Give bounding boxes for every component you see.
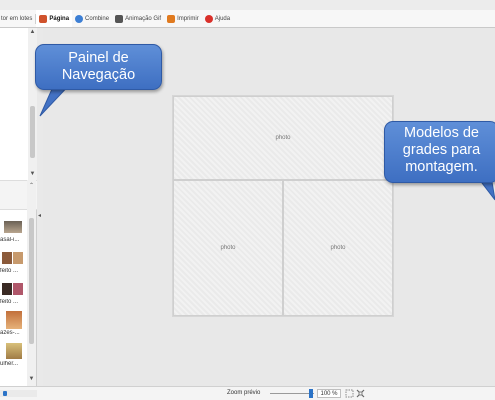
thumbnail-item[interactable]: asal-i... [0, 218, 28, 249]
tab-help[interactable]: Ajuda [202, 10, 233, 27]
animation-icon [115, 14, 124, 23]
photo-placeholder-label: photo [220, 245, 236, 251]
thumbnail-image [6, 311, 22, 329]
photo-cell-bottom-right[interactable]: photo [283, 180, 393, 316]
callout-text: Modelos de grades para montagem. [402, 125, 481, 175]
zoom-slider[interactable] [270, 393, 314, 394]
status-bar: Zoom prévio 100 % [0, 386, 495, 400]
thumbnail-scrollbar[interactable]: ⌃ ▼ [27, 180, 36, 386]
zoom-value-field[interactable]: 100 % [317, 389, 341, 398]
thumbnail-label: feito ... [0, 268, 19, 274]
thumbnail-label: asal-i... [0, 237, 20, 243]
print-icon [167, 14, 176, 23]
tab-animation[interactable]: Animação Gif [112, 10, 164, 27]
thumbnail-label: ulher... [0, 361, 19, 367]
combine-icon [75, 14, 84, 23]
tab-print-label: Imprimir [177, 15, 199, 22]
left-panel: ▲ ▼ asal-i... feito ... feito ... azes-.… [0, 28, 37, 386]
navigation-panel: ▲ ▼ [0, 28, 37, 180]
tab-combine[interactable]: Combine [72, 10, 112, 27]
photo-placeholder-label: photo [275, 135, 291, 141]
tab-help-label: Ajuda [214, 15, 231, 22]
actual-size-icon[interactable] [356, 389, 365, 398]
tab-page[interactable]: Página [36, 10, 73, 27]
scroll-down-icon[interactable]: ▼ [29, 171, 36, 177]
thumbnail-image [2, 252, 12, 264]
navigation-panel-callout: Painel de Navegação [35, 44, 162, 90]
scrollbar-thumb[interactable] [29, 218, 34, 344]
callout-text: Painel de Navegação [61, 50, 136, 83]
fit-to-window-icon[interactable] [345, 389, 354, 398]
scroll-up-icon[interactable]: ▲ [29, 29, 36, 35]
tab-page-label: Página [49, 15, 70, 22]
help-icon [204, 14, 213, 23]
scrollbar-thumb[interactable] [30, 106, 35, 158]
thumbnail-image [6, 343, 22, 359]
thumbnail-label: feito ... [0, 299, 19, 305]
zoom-slider-handle[interactable] [309, 389, 313, 398]
tab-print[interactable]: Imprimir [164, 10, 202, 27]
photo-cell-top[interactable]: photo [173, 96, 393, 180]
thumbnail-item[interactable]: feito ... [0, 249, 28, 280]
tab-batch-label: tor em lotes [1, 15, 33, 22]
thumbnail-image [4, 221, 22, 233]
scroll-up-icon[interactable]: ⌃ [28, 182, 35, 189]
photo-cell-bottom-left[interactable]: photo [173, 180, 283, 316]
page-icon [39, 14, 48, 23]
thumbnail-item[interactable]: ulher... [0, 342, 28, 373]
tab-batch[interactable]: tor em lotes [0, 10, 35, 27]
thumbnail-image [13, 283, 23, 295]
tab-animation-label: Animação Gif [125, 15, 162, 22]
thumbnail-item[interactable]: feito ... [0, 280, 28, 311]
thumbnail-image [13, 252, 23, 264]
splitter-arrow-icon[interactable]: ◂ [38, 212, 41, 219]
zoom-label: Zoom prévio [227, 390, 261, 396]
collage-page: photo photo photo [172, 95, 394, 317]
tab-combine-label: Combine [85, 15, 110, 22]
scroll-down-icon[interactable]: ▼ [28, 376, 35, 382]
thumbnail-label: azes-... [0, 330, 20, 336]
tab-bar: tor em lotes Página Combine Animação Gif… [0, 10, 495, 28]
photo-placeholder-label: photo [330, 245, 346, 251]
thumbnail-list: asal-i... feito ... feito ... azes-... u… [0, 218, 28, 373]
thumbnail-image [2, 283, 12, 295]
thumbnail-horizontal-scrollbar[interactable] [0, 390, 37, 397]
thumbnail-item[interactable]: azes-... [0, 311, 28, 342]
scrollbar-thumb[interactable] [3, 391, 7, 396]
grid-models-callout: Modelos de grades para montagem. [384, 121, 495, 183]
